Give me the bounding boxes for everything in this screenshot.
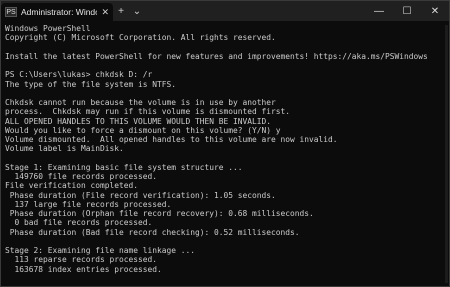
console-line: 137 large file records processed. [5,199,172,209]
console-line: Windows PowerShell [5,24,91,33]
console-line: Would you like to force a dismount on th… [5,125,281,135]
console-line: Stage 1: Examining basic file system str… [5,162,243,172]
title-bar: PS Administrator: Windows Powerf ✕ + ⌄ —… [1,1,449,21]
dropdown-icon[interactable]: ⌄ [129,1,145,21]
powershell-icon: PS [5,7,17,17]
console-line: 163678 index entries processed. [5,264,162,274]
maximize-button[interactable]: ☐ [393,1,421,21]
console-line: ALL OPENED HANDLES TO THIS VOLUME WOULD … [5,116,272,126]
console-line: 149760 file records processed. [5,172,158,181]
console-line: 0 bad file records processed. [5,218,153,228]
console-line: Chkdsk cannot run because the volume is … [5,98,276,107]
console-line: The type of the file system is NTFS. [5,79,177,89]
console-line: Volume dismounted. All opened handles to… [5,135,338,144]
console-line: Install the latest PowerShell for new fe… [5,51,428,61]
console-line: 113 reparse records processed. [5,255,158,265]
new-tab-button[interactable]: + [113,1,129,21]
tab-powershell[interactable]: PS Administrator: Windows Powerf ✕ [1,3,113,21]
console-output[interactable]: Windows PowerShell Copyright (C) Microsof… [1,21,449,274]
console-line: Stage 2: Examining file name linkage ... [5,246,196,255]
tab-close-icon[interactable]: ✕ [101,7,109,17]
console-line: PS C:\Users\lukas> chkdsk D: /r [5,70,153,80]
powershell-window: PS Administrator: Windows Powerf ✕ + ⌄ —… [0,0,450,287]
title-drag-area[interactable] [145,1,365,21]
console-line: Copyright (C) Microsoft Corporation. All… [5,33,276,43]
console-line: Phase duration (File record verification… [5,190,276,200]
tab-title: Administrator: Windows Powerf [21,7,97,17]
console-line: Phase duration (Bad file record checking… [5,227,300,237]
close-button[interactable]: ✕ [421,1,449,21]
console-line: Phase duration (Orphan file record recov… [5,209,314,218]
scrollbar[interactable] [445,25,448,283]
minimize-button[interactable]: — [365,1,393,21]
console-line: Volume label is MainDisk. [5,144,124,154]
console-line: process. Chkdsk may run if this volume i… [5,107,291,117]
console-line: File verification completed. [5,181,139,191]
